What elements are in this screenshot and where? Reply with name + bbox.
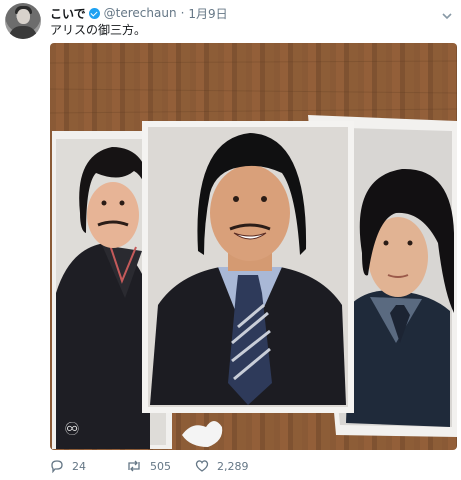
heart-icon bbox=[195, 460, 209, 472]
photo-illustration: ♾ bbox=[50, 60, 457, 449]
like-button[interactable]: 2,289 bbox=[195, 459, 249, 473]
tweet-actions: 24 505 2,289 bbox=[50, 458, 271, 474]
author-handle[interactable]: @terechaun bbox=[104, 6, 177, 20]
chevron-down-icon[interactable] bbox=[441, 6, 453, 20]
center-photo-card bbox=[142, 121, 354, 447]
retweet-icon bbox=[128, 460, 140, 472]
header-separator: · bbox=[180, 6, 185, 20]
reply-icon bbox=[51, 460, 63, 473]
like-count: 2,289 bbox=[217, 459, 249, 473]
reply-button[interactable]: 24 bbox=[50, 459, 86, 473]
tweet-header: こいで @terechaun · 1月9日 bbox=[50, 5, 228, 21]
avatar[interactable] bbox=[5, 3, 41, 39]
svg-text:♾: ♾ bbox=[64, 419, 80, 440]
tweet-card[interactable]: こいで @terechaun · 1月9日 アリスの御三方。 ♾ 24 505 … bbox=[0, 0, 461, 480]
tweet-photo[interactable]: ♾ bbox=[50, 43, 457, 450]
tweet-text: アリスの御三方。 bbox=[50, 23, 147, 37]
retweet-button[interactable]: 505 bbox=[126, 459, 171, 473]
tweet-date[interactable]: 1月9日 bbox=[188, 5, 227, 22]
reply-count: 24 bbox=[72, 459, 86, 473]
verified-badge-icon bbox=[88, 7, 100, 19]
author-name[interactable]: こいで bbox=[50, 5, 86, 22]
retweet-count: 505 bbox=[150, 459, 171, 473]
